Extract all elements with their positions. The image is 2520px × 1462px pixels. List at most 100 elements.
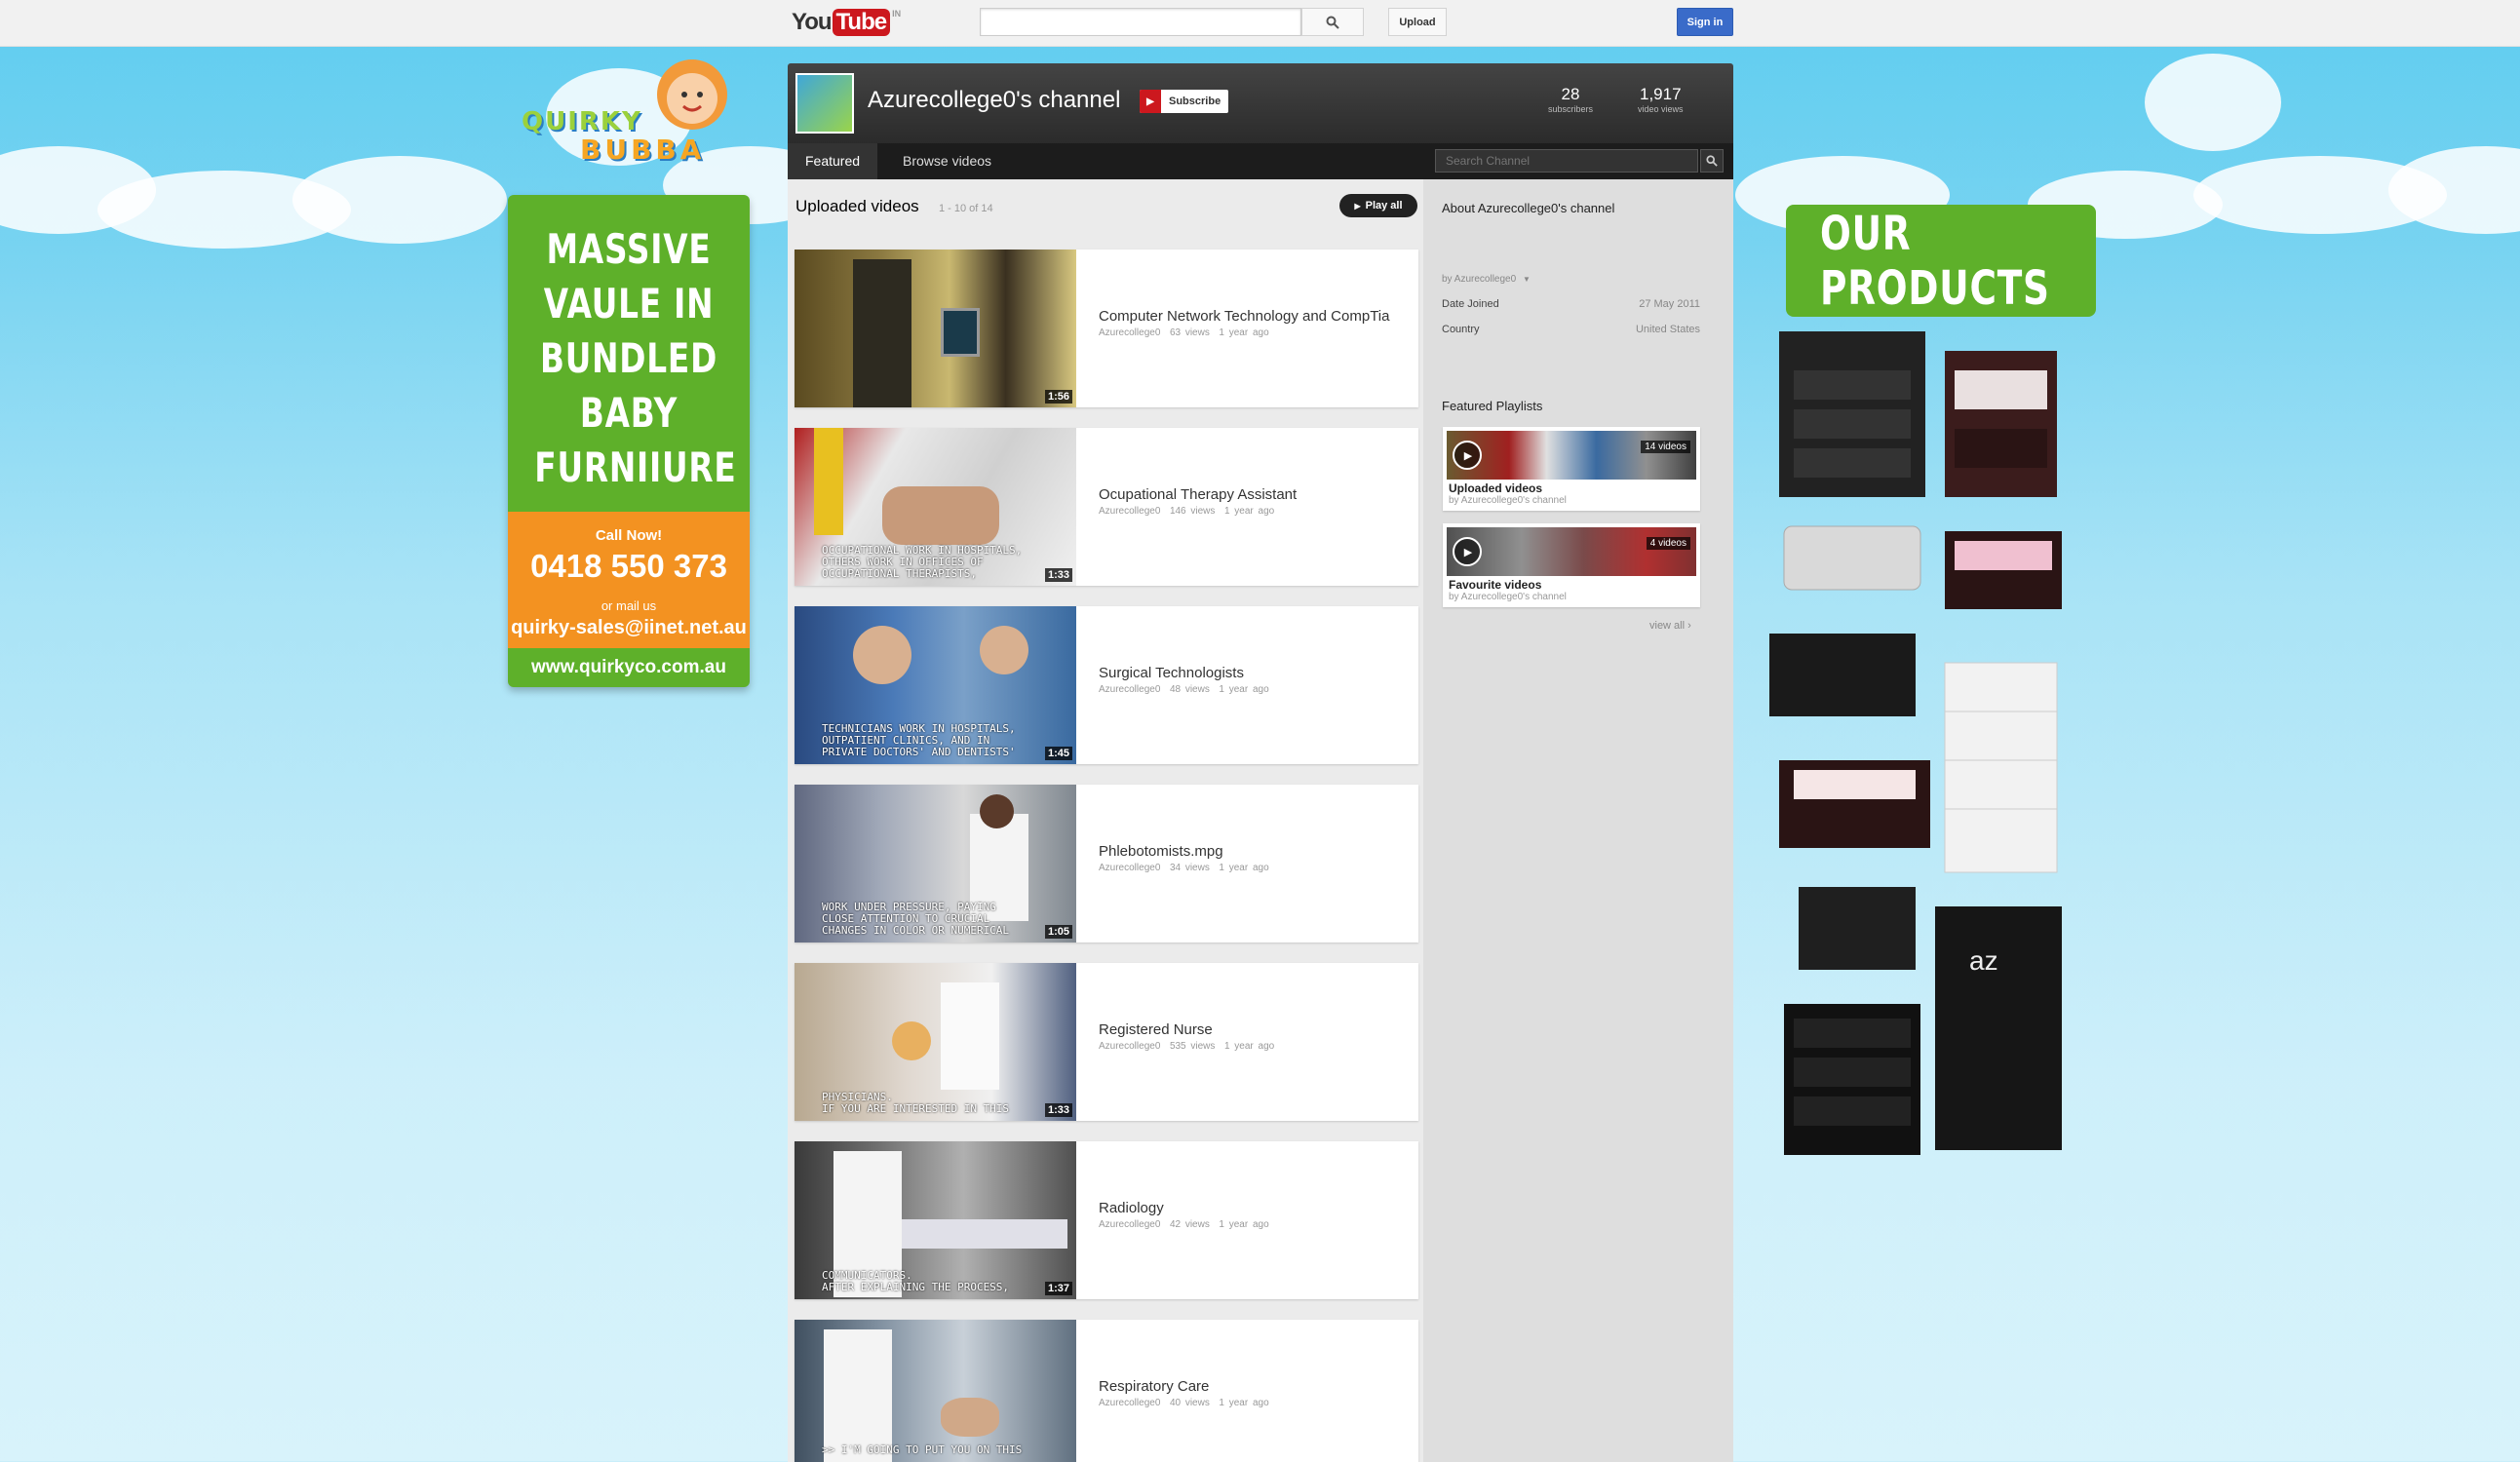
video-item[interactable]: >> I'M GOING TO PUT YOU ON THIS Respirat…: [795, 1320, 1418, 1462]
about-key: Country: [1442, 324, 1480, 335]
logo-tube-text: Tube: [832, 9, 891, 36]
video-item[interactable]: PHYSICIANS. IF YOU ARE INTERESTED IN THI…: [795, 963, 1418, 1121]
furniture-products-image[interactable]: az: [1769, 312, 2081, 1170]
search-input[interactable]: [980, 8, 1301, 36]
search-icon: [1706, 155, 1718, 167]
views-count: 1,917: [1639, 85, 1682, 103]
video-title[interactable]: Registered Nurse: [1099, 1021, 1213, 1038]
video-views: 40 views: [1169, 1398, 1210, 1408]
video-views: 535 views: [1169, 1041, 1216, 1052]
channel-avatar[interactable]: [795, 73, 854, 134]
video-thumbnail[interactable]: COMMUNICATORS. AFTER EXPLAINING THE PROC…: [795, 1141, 1076, 1299]
playlist-count: 14 videos: [1641, 441, 1690, 453]
bookcase-sign-text: az: [1969, 945, 1998, 976]
subscribers-count: 28: [1561, 85, 1580, 103]
views-stat: 1,917 video views: [1638, 85, 1684, 114]
video-views: 42 views: [1169, 1219, 1210, 1230]
video-title[interactable]: Radiology: [1099, 1200, 1164, 1216]
video-duration: 1:33: [1044, 1103, 1072, 1117]
video-thumbnail[interactable]: PHYSICIANS. IF YOU ARE INTERESTED IN THI…: [795, 963, 1076, 1121]
video-thumbnail[interactable]: TECHNICIANS WORK IN HOSPITALS, OUTPATIEN…: [795, 606, 1076, 764]
tab-featured[interactable]: Featured: [788, 143, 878, 179]
play-icon: ▶: [1453, 441, 1482, 470]
video-title[interactable]: Computer Network Technology and CompTia: [1099, 308, 1389, 325]
ad-right-title: OUR PRODUCTS: [1819, 206, 2050, 316]
video-caption: PHYSICIANS. IF YOU ARE INTERESTED IN THI…: [822, 1091, 1010, 1115]
video-item[interactable]: WORK UNDER PRESSURE, PAYING CLOSE ATTENT…: [795, 785, 1418, 943]
playlist-by: by Azurecollege0's channel: [1449, 592, 1567, 602]
search-button[interactable]: [1301, 8, 1364, 36]
video-thumbnail[interactable]: >> I'M GOING TO PUT YOU ON THIS: [795, 1320, 1076, 1462]
featured-playlists-title: Featured Playlists: [1442, 399, 1543, 413]
video-uploader[interactable]: Azurecollege0: [1099, 1219, 1160, 1230]
left-ad-banner[interactable]: MASSIVE VAULE IN BUNDLED BABY FURNIIURE …: [508, 195, 750, 687]
about-value: 27 May 2011: [1639, 298, 1700, 310]
video-thumbnail[interactable]: OCCUPATIONAL WORK IN HOSPITALS, OTHERS W…: [795, 428, 1076, 586]
channel-search-button[interactable]: [1700, 149, 1724, 173]
video-uploader[interactable]: Azurecollege0: [1099, 863, 1160, 873]
logo-locale: IN: [892, 9, 902, 19]
video-item[interactable]: OCCUPATIONAL WORK IN HOSPITALS, OTHERS W…: [795, 428, 1418, 586]
section-title: Uploaded videos: [795, 197, 919, 215]
playlist-name[interactable]: Favourite videos: [1449, 578, 1541, 592]
play-icon: ▶: [1354, 201, 1361, 211]
playlist-item[interactable]: ▶ 4 videos Favourite videos by Azurecoll…: [1443, 523, 1700, 607]
video-thumbnail[interactable]: 1:56: [795, 250, 1076, 407]
search-icon: [1326, 16, 1339, 29]
about-value: United States: [1635, 324, 1700, 335]
video-title[interactable]: Phlebotomists.mpg: [1099, 843, 1223, 860]
playlist-thumbnail[interactable]: ▶ 14 videos: [1447, 431, 1696, 480]
ad-mail-label: or mail us: [601, 598, 657, 613]
video-item[interactable]: COMMUNICATORS. AFTER EXPLAINING THE PROC…: [795, 1141, 1418, 1299]
youtube-logo[interactable]: You Tube IN: [792, 9, 901, 36]
video-age: 1 year ago: [1219, 863, 1269, 873]
video-item[interactable]: 1:56 Computer Network Technology and Com…: [795, 250, 1418, 407]
ad-headline-line: MASSIVE: [546, 225, 712, 273]
ad-email[interactable]: quirky-sales@iinet.net.au: [508, 617, 750, 639]
video-caption: >> I'M GOING TO PUT YOU ON THIS: [822, 1443, 1023, 1456]
ad-website-link[interactable]: www.quirkyco.com.au: [508, 648, 750, 687]
playlist-item[interactable]: ▶ 14 videos Uploaded videos by Azurecoll…: [1443, 427, 1700, 511]
sign-in-button[interactable]: Sign in: [1677, 8, 1733, 36]
quirky-bubba-logo[interactable]: QUIRKY BUBBA: [512, 54, 746, 175]
video-uploader[interactable]: Azurecollege0: [1099, 327, 1160, 338]
video-title[interactable]: Respiratory Care: [1099, 1378, 1209, 1395]
view-all-link[interactable]: view all ›: [1649, 620, 1691, 632]
video-age: 1 year ago: [1223, 1041, 1275, 1052]
about-by[interactable]: by Azurecollege0 ▼: [1442, 274, 1531, 285]
logo-you-text: You: [792, 9, 833, 35]
video-views: 48 views: [1169, 684, 1210, 695]
video-uploader[interactable]: Azurecollege0: [1099, 1398, 1160, 1408]
ad-headline-line: FURNIIURE: [534, 443, 737, 491]
subscribe-label: Subscribe: [1169, 96, 1221, 107]
subscribe-button[interactable]: ▶ Subscribe: [1140, 90, 1229, 113]
video-title[interactable]: Surgical Technologists: [1099, 665, 1244, 681]
ad-headline-line: VAULE IN: [543, 280, 715, 327]
video-meta: Azurecollege0 48 views 1 year ago: [1099, 684, 1269, 695]
video-thumbnail[interactable]: WORK UNDER PRESSURE, PAYING CLOSE ATTENT…: [795, 785, 1076, 943]
video-uploader[interactable]: Azurecollege0: [1099, 1041, 1160, 1052]
playlist-name[interactable]: Uploaded videos: [1449, 481, 1542, 495]
video-caption: WORK UNDER PRESSURE, PAYING CLOSE ATTENT…: [822, 901, 1010, 937]
video-age: 1 year ago: [1219, 1219, 1269, 1230]
video-views: 63 views: [1169, 327, 1210, 338]
playlist-thumbnail[interactable]: ▶ 4 videos: [1447, 527, 1696, 576]
upload-button[interactable]: Upload: [1388, 8, 1447, 36]
chevron-down-icon: ▼: [1522, 275, 1531, 284]
right-ad-banner[interactable]: OUR PRODUCTS: [1786, 205, 2096, 317]
play-all-label: Play all: [1365, 200, 1403, 212]
channel-title[interactable]: Azurecollege0's channel: [868, 87, 1120, 114]
ad-call-label: Call Now!: [595, 527, 663, 544]
video-duration: 1:45: [1044, 747, 1072, 760]
play-all-button[interactable]: ▶ Play all: [1339, 194, 1417, 217]
video-item[interactable]: TECHNICIANS WORK IN HOSPITALS, OUTPATIEN…: [795, 606, 1418, 764]
video-title[interactable]: Ocupational Therapy Assistant: [1099, 486, 1297, 503]
ad-phone: 0418 550 373: [530, 548, 727, 584]
channel-container: Azurecollege0's channel ▶ Subscribe 28 s…: [788, 63, 1733, 1462]
tab-browse-videos[interactable]: Browse videos: [885, 143, 1009, 179]
channel-search-input[interactable]: [1435, 149, 1698, 173]
video-uploader[interactable]: Azurecollege0: [1099, 506, 1160, 517]
video-age: 1 year ago: [1219, 1398, 1269, 1408]
video-age: 1 year ago: [1219, 684, 1269, 695]
video-uploader[interactable]: Azurecollege0: [1099, 684, 1160, 695]
